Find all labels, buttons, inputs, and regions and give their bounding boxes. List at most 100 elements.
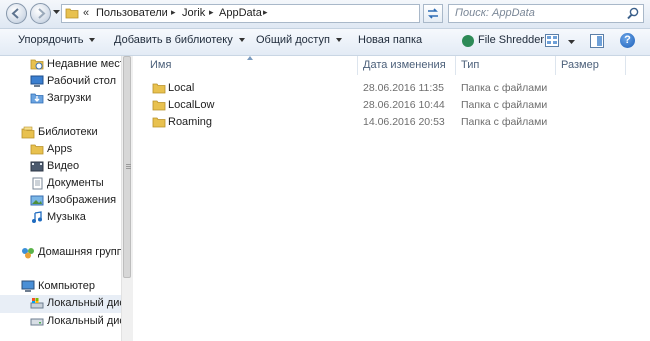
system-drive-icon bbox=[30, 298, 44, 309]
add-to-library-label: Добавить в библиотеку bbox=[114, 34, 233, 46]
desktop-icon bbox=[30, 75, 44, 87]
nav-item-label: Музыка bbox=[47, 211, 86, 223]
add-to-library-button[interactable]: Добавить в библиотеку bbox=[114, 34, 245, 46]
folder-icon bbox=[30, 144, 44, 155]
nav-item-label: Видео bbox=[47, 160, 80, 172]
nav-item-music[interactable]: Музыка bbox=[0, 209, 121, 227]
nav-item-pictures[interactable]: Изображения bbox=[0, 192, 121, 210]
forward-button[interactable] bbox=[30, 3, 51, 24]
arrow-left-icon bbox=[11, 8, 19, 19]
file-date-modified: 14.06.2016 20:53 bbox=[363, 116, 445, 128]
nav-item-documents[interactable]: Документы bbox=[0, 175, 121, 193]
nav-item-video[interactable]: Видео bbox=[0, 158, 121, 176]
column-header-size[interactable]: Размер bbox=[556, 56, 626, 75]
nav-item-downloads[interactable]: Загрузки bbox=[0, 90, 121, 108]
column-header-type[interactable]: Тип bbox=[456, 56, 556, 75]
drive-icon bbox=[30, 318, 44, 326]
nav-item-apps[interactable]: Apps bbox=[0, 141, 121, 159]
nav-pane-scrollbar-thumb[interactable] bbox=[123, 56, 131, 278]
nav-item-label: Документы bbox=[47, 177, 104, 189]
file-type: Папка с файлами bbox=[461, 116, 548, 128]
navigation-pane: Недавние места Рабочий стол Загрузки Биб… bbox=[0, 56, 121, 341]
nav-item-computer[interactable]: Компьютер bbox=[0, 278, 121, 296]
column-header-name[interactable]: Имя bbox=[145, 56, 359, 75]
share-button[interactable]: Общий доступ bbox=[256, 34, 342, 46]
chevron-down-icon bbox=[89, 38, 96, 43]
share-label: Общий доступ bbox=[256, 34, 330, 46]
nav-pane-scrollbar[interactable] bbox=[121, 56, 133, 341]
nav-item-label: Изображения bbox=[47, 194, 117, 206]
downloads-icon bbox=[30, 93, 44, 104]
change-view-icon[interactable] bbox=[545, 34, 559, 47]
breadcrumb-separator-icon[interactable]: ▸ bbox=[171, 7, 176, 18]
libraries-icon bbox=[21, 126, 35, 139]
pictures-library-icon bbox=[30, 195, 44, 206]
address-bar[interactable]: « Пользователи ▸ Jorik ▸ AppData ▸ bbox=[61, 4, 473, 23]
nav-item-label: Библиотеки bbox=[38, 126, 98, 138]
file-date-modified: 28.06.2016 11:35 bbox=[363, 82, 444, 94]
breadcrumb-appdata[interactable]: AppData bbox=[219, 7, 262, 19]
file-date-modified: 28.06.2016 10:44 bbox=[363, 99, 445, 111]
table-row[interactable]: Roaming 14.06.2016 20:53 Папка с файлами bbox=[133, 114, 650, 131]
nav-item-libraries[interactable]: Библиотеки bbox=[0, 124, 121, 142]
file-name[interactable]: Roaming bbox=[168, 116, 368, 128]
column-header-label: Имя bbox=[150, 59, 172, 71]
search-input[interactable]: Поиск: AppData bbox=[455, 7, 535, 19]
help-button[interactable]: ? bbox=[620, 33, 635, 48]
breadcrumb-users[interactable]: Пользователи bbox=[96, 7, 168, 19]
column-header-label: Дата изменения bbox=[363, 59, 446, 71]
address-row: « Пользователи ▸ Jorik ▸ AppData ▸ Поиск… bbox=[0, 0, 650, 29]
organize-button[interactable]: Упорядочить bbox=[18, 34, 96, 46]
file-shredder-icon bbox=[462, 35, 474, 47]
file-name[interactable]: Local bbox=[168, 82, 368, 94]
nav-item-label: Компьютер bbox=[38, 280, 95, 292]
breadcrumb-separator-icon[interactable]: ▸ bbox=[263, 7, 268, 18]
breadcrumb-overflow-chevron[interactable]: « bbox=[83, 7, 89, 19]
nav-item-label: Загрузки bbox=[47, 92, 92, 104]
file-shredder-button[interactable]: File Shredder bbox=[478, 34, 544, 46]
chevron-down-icon bbox=[238, 38, 245, 43]
recent-pages-dropdown-icon[interactable] bbox=[53, 10, 60, 15]
preview-pane-button[interactable] bbox=[590, 34, 604, 48]
command-bar: Упорядочить Добавить в библиотеку Общий … bbox=[0, 29, 650, 56]
table-row[interactable]: LocalLow 28.06.2016 10:44 Папка с файлам… bbox=[133, 97, 650, 114]
file-name[interactable]: LocalLow bbox=[168, 99, 368, 111]
refresh-button[interactable] bbox=[423, 4, 443, 23]
nav-item-homegroup[interactable]: Домашняя группа bbox=[0, 244, 121, 262]
arrow-right-icon bbox=[38, 8, 46, 19]
column-header-label: Размер bbox=[561, 59, 599, 71]
nav-item-system-drive[interactable]: Локальный диск bbox=[0, 295, 121, 313]
search-box[interactable]: Поиск: AppData bbox=[448, 4, 644, 23]
folder-icon bbox=[152, 100, 166, 111]
nav-item-recent-places[interactable]: Недавние места bbox=[0, 56, 121, 74]
computer-icon bbox=[21, 280, 35, 292]
breadcrumb-separator-icon[interactable]: ▸ bbox=[209, 7, 214, 18]
video-library-icon bbox=[30, 161, 44, 172]
nav-item-label: Локальный диск bbox=[47, 315, 121, 327]
nav-item-desktop[interactable]: Рабочий стол bbox=[0, 73, 121, 91]
nav-item-label: Apps bbox=[47, 143, 73, 155]
file-list-pane: Имя Дата изменения Тип Размер Local 28.0… bbox=[133, 56, 650, 341]
explorer-window: « Пользователи ▸ Jorik ▸ AppData ▸ Поиск… bbox=[0, 0, 650, 341]
view-options-dropdown-icon[interactable] bbox=[568, 40, 575, 45]
organize-label: Упорядочить bbox=[18, 34, 84, 46]
folder-icon bbox=[152, 83, 166, 94]
homegroup-icon bbox=[22, 248, 34, 259]
documents-library-icon bbox=[32, 177, 43, 190]
folder-icon bbox=[152, 117, 166, 128]
column-divider[interactable] bbox=[625, 56, 626, 75]
refresh-icon bbox=[428, 8, 438, 19]
folder-icon bbox=[65, 8, 79, 19]
column-header-date-modified[interactable]: Дата изменения bbox=[358, 56, 456, 75]
file-type: Папка с файлами bbox=[461, 99, 548, 111]
nav-item-local-drive[interactable]: Локальный диск bbox=[0, 313, 121, 331]
search-icon[interactable] bbox=[627, 7, 639, 20]
back-button[interactable] bbox=[6, 3, 27, 24]
table-row[interactable]: Local 28.06.2016 11:35 Папка с файлами bbox=[133, 80, 650, 97]
new-folder-button[interactable]: Новая папка bbox=[358, 34, 422, 46]
breadcrumb-jorik[interactable]: Jorik bbox=[182, 7, 205, 19]
file-shredder-label: File Shredder bbox=[478, 34, 545, 46]
new-folder-label: Новая папка bbox=[358, 34, 423, 46]
nav-item-label: Локальный диск bbox=[47, 297, 121, 309]
music-library-icon bbox=[32, 211, 42, 223]
